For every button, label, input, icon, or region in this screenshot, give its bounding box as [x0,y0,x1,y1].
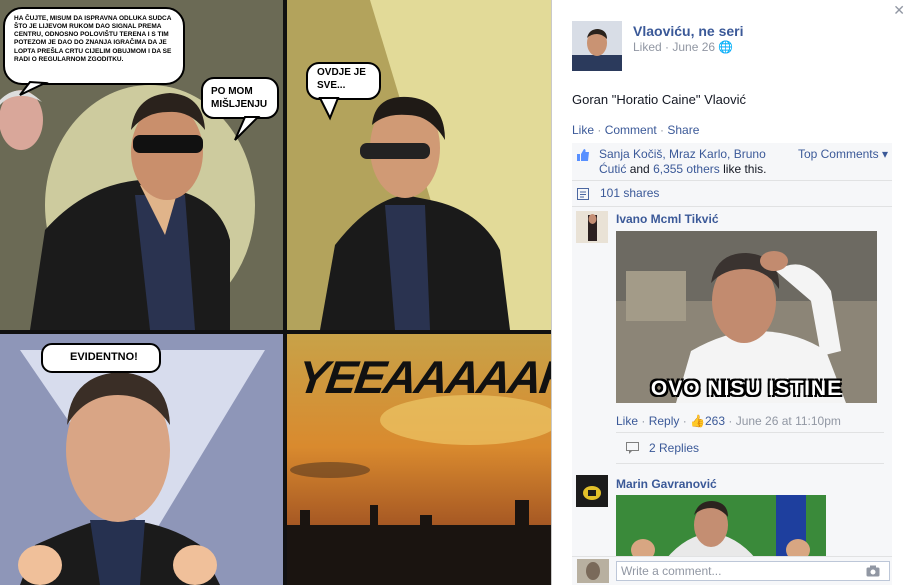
post-sidebar: ✕ Vlaoviću, ne seri Liked · June 26 🌐 Go… [551,0,909,585]
bubble-line: MIŠLJENJU [211,98,268,110]
comment-time[interactable]: June 26 at 11:10pm [736,414,841,428]
speech-bubble-4: EVIDENTNO! [70,351,138,363]
replies-row[interactable]: 2 Replies [616,432,884,464]
comment-author[interactable]: Ivano Mcml Tikvić [616,212,719,226]
camera-icon[interactable] [866,565,880,577]
page-meta: Liked · June 26 🌐 [633,40,734,54]
speech-bubble-3: OVDJE JE SVE... [317,67,366,92]
comment-image[interactable] [616,495,826,559]
comment-button[interactable]: Comment [605,123,657,137]
bubble-line: OVDJE JE [317,67,366,78]
comments-list: Ivano Mcml Tikvić OVO NISU ISTINE Like ·… [572,207,892,585]
comment-avatar[interactable] [576,211,608,243]
thumbs-up-icon [577,149,589,161]
post-actions: Like · Comment · Share [572,123,700,137]
comic-image[interactable]: HA ČUJTE, MISUM DA ISPRAVNA ODLUKA SUDCA… [0,0,551,585]
like-count-icon: 👍 [690,414,705,428]
likes-others-link[interactable]: 6,355 others [653,162,720,176]
liked-status[interactable]: Liked [633,40,662,54]
page-name-link[interactable]: Vlaoviću, ne seri [633,23,744,39]
reply-icon [626,442,639,454]
bubble-line: PO MOM [211,86,253,97]
likes-summary: Sanja Kočiš, Mraz Karlo, Bruno Ćutić and… [572,143,892,181]
comment-reply-button[interactable]: Reply [649,414,680,428]
share-icon [577,188,589,200]
comment-image-caption: OVO NISU ISTINE [650,377,843,400]
write-comment-bar: Write a comment... [572,556,892,585]
bubble-line: HA ČUJTE, MISUM DA ISPRAVNA ODLUKA SUDCA [14,15,172,22]
top-comments-dropdown[interactable]: Top Comments ▾ [798,147,888,161]
speech-bubble-1: HA ČUJTE, MISUM DA ISPRAVNA ODLUKA SUDCA… [14,15,182,64]
comment-meta: Like · Reply · 👍263 · June 26 at 11:10pm [616,414,841,428]
likes-suffix: like this. [723,162,767,176]
speech-bubble-2: PO MOM MIŠLJENJU [211,86,267,111]
comment-input[interactable]: Write a comment... [616,561,890,581]
comment-avatar[interactable] [576,475,608,507]
bubble-line: POTEZOM JE DAO DO ZNANJA IGRAČIMA DA JE [14,39,167,47]
bubble-line: LOPTA PREŠLA CRTU CIJELIM OBUJMOM I DA S… [14,47,172,55]
replies-link[interactable]: 2 Replies [649,441,699,455]
comment-image[interactable]: OVO NISU ISTINE [616,231,877,403]
like-count-value: 263 [705,414,726,428]
comic-artwork [0,0,551,585]
shares-link[interactable]: 101 shares [600,186,659,200]
comment-author[interactable]: Marin Gavranović [616,477,717,491]
shares-row: 101 shares [572,181,892,207]
bubble-line: RADI O REGULARNOM ZGODITKU. [14,55,124,63]
page-avatar[interactable] [572,21,622,71]
globe-icon: 🌐 [718,40,734,54]
current-user-avatar [577,559,609,583]
close-icon[interactable]: ✕ [893,2,905,19]
comment-like-count[interactable]: 👍263 [690,414,725,428]
likes-and: and [629,162,650,176]
post-caption: Goran "Horatio Caine" Vlaović [572,92,746,107]
bubble-line: SVE... [317,79,346,91]
like-button[interactable]: Like [572,123,594,137]
comment-like-button[interactable]: Like [616,414,638,428]
share-button[interactable]: Share [667,123,699,137]
post-date[interactable]: June 26 [672,40,715,54]
yeah-text: YEEAAAAAH! [294,351,551,403]
